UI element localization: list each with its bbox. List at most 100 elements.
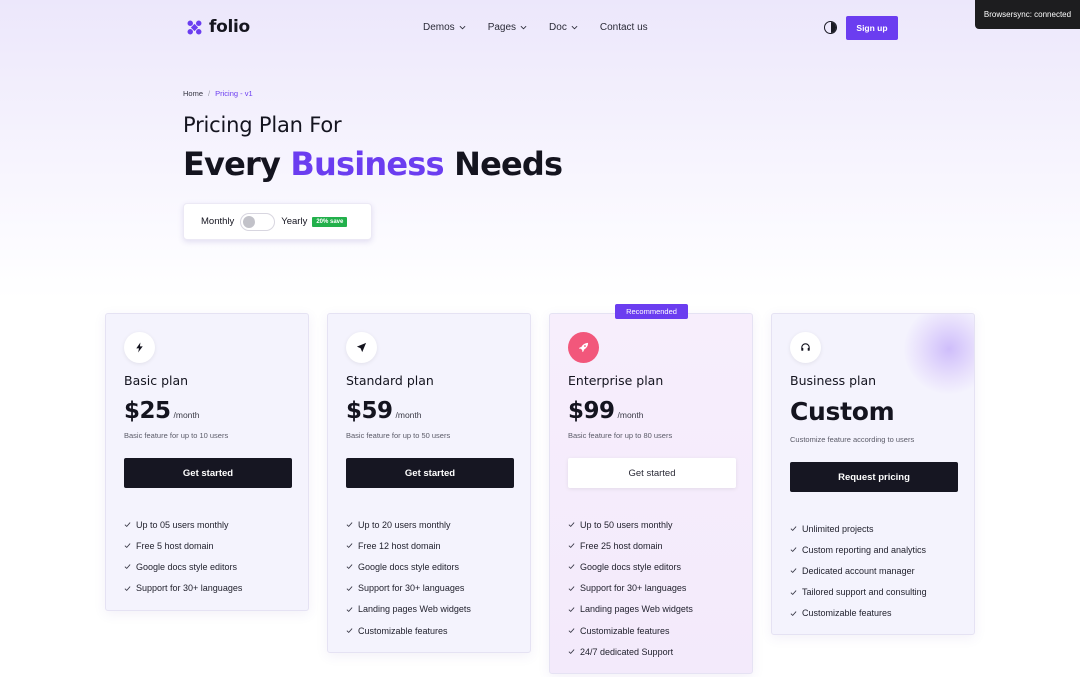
check-icon [346,585,353,591]
nav-label: Demos [423,22,455,33]
switch-knob [243,215,256,228]
nav-doc[interactable]: Doc [549,22,578,33]
check-icon [568,607,575,612]
breadcrumb-separator: / [208,89,211,98]
plan-description: Basic feature for up to 80 users [568,431,673,440]
feature-item: Custom reporting and analytics [790,539,927,560]
feature-item: Support for 30+ languages [346,578,471,599]
breadcrumb-home[interactable]: Home [183,89,203,98]
feature-label: Support for 30+ languages [136,583,243,594]
page-title: Every Business Needs [183,145,563,183]
check-icon [568,649,575,655]
breadcrumb: Home / Pricing - v1 [183,89,253,98]
feature-item: Free 12 host domain [346,535,471,556]
billing-monthly-label[interactable]: Monthly [201,216,234,227]
chevron-down-icon [520,25,527,30]
feature-label: Google docs style editors [580,561,682,572]
check-icon [568,543,575,549]
feature-label: Customizable features [802,608,892,619]
feature-label: Tailored support and consulting [802,587,927,598]
billing-switch[interactable] [240,212,276,231]
feature-label: Custom reporting and analytics [802,544,927,555]
feature-label: Free 12 host domain [358,540,441,551]
plan-period: /month [395,410,422,420]
check-icon [124,564,131,570]
check-icon [790,547,797,553]
feature-item: Google docs style editors [124,556,242,577]
breadcrumb-current: Pricing - v1 [215,89,253,98]
feature-list: Up to 05 users monthly Free 5 host domai… [124,514,242,599]
plan-price: Custom [790,397,895,426]
feature-label: Landing pages Web widgets [358,604,471,615]
feature-label: Support for 30+ languages [358,583,465,594]
check-icon [124,543,131,549]
feature-label: Customizable features [358,625,448,636]
feature-item: Customizable features [346,620,471,641]
check-icon [790,526,797,532]
main-nav: Demos Pages Doc Contact us [423,22,648,33]
chevron-down-icon [571,25,578,30]
feature-item: Tailored support and consulting [790,582,927,603]
plan-name: Basic plan [124,373,189,388]
brand-name: folio [209,17,250,37]
request-pricing-button[interactable]: Request pricing [790,462,958,492]
feature-label: Up to 05 users monthly [136,519,229,530]
decorative-glow [904,314,974,394]
check-icon [568,564,575,570]
recommended-badge: Recommended [615,304,688,319]
signup-button[interactable]: Sign up [846,16,898,40]
plan-card-business: Business plan Custom Customize feature a… [771,313,975,635]
title-word: Every [183,145,281,183]
plan-card-enterprise: Enterprise plan $99 /month Basic feature… [549,313,753,674]
feature-item: Unlimited projects [790,518,927,539]
feature-list: Up to 20 users monthly Free 12 host doma… [346,514,471,641]
get-started-button[interactable]: Get started [124,458,292,488]
nav-pages[interactable]: Pages [488,22,527,33]
check-icon [346,564,353,570]
title-accent-word: Business [290,145,444,183]
check-icon [790,568,797,574]
folio-logo-icon [186,19,203,36]
check-icon [346,628,353,634]
title-word: Needs [454,145,563,183]
check-icon [346,543,353,549]
feature-label: Free 25 host domain [580,540,663,551]
price-row: $59 /month [346,398,422,424]
get-started-button[interactable]: Get started [346,458,514,488]
feature-label: Dedicated account manager [802,565,915,576]
brand-logo[interactable]: folio [186,17,250,37]
plan-description: Basic feature for up to 10 users [124,431,229,440]
feature-label: Free 5 host domain [136,540,214,551]
contrast-icon[interactable] [824,21,837,34]
feature-label: Customizable features [580,625,670,636]
price-row: $25 /month [124,398,200,424]
nav-contact[interactable]: Contact us [600,22,648,33]
feature-item: Up to 05 users monthly [124,514,242,535]
check-icon [124,522,131,528]
feature-label: 24/7 dedicated Support [580,646,674,657]
plan-price: $25 [124,398,171,424]
feature-item: Google docs style editors [346,556,471,577]
feature-list: Up to 50 users monthly Free 25 host doma… [568,514,693,662]
plan-description: Customize feature according to users [790,435,915,444]
nav-label: Contact us [599,22,648,33]
nav-label: Doc [549,22,567,33]
plan-name: Standard plan [346,373,434,388]
plan-price: $59 [346,398,393,424]
feature-item: Google docs style editors [568,556,693,577]
nav-demos[interactable]: Demos [423,22,466,33]
feature-item: Support for 30+ languages [124,578,242,599]
plan-name: Business plan [790,373,877,388]
plan-price: $99 [568,398,615,424]
feature-label: Unlimited projects [802,523,874,534]
feature-label: Support for 30+ languages [580,583,687,594]
check-icon [124,585,131,591]
feature-list: Unlimited projects Custom reporting and … [790,518,927,624]
plan-name: Enterprise plan [568,373,664,388]
feature-item: Landing pages Web widgets [346,599,471,620]
get-started-button[interactable]: Get started [568,458,736,488]
billing-yearly-label[interactable]: Yearly [281,216,307,227]
feature-item: Up to 20 users monthly [346,514,471,535]
feature-item: Free 5 host domain [124,535,242,556]
plan-period: /month [617,410,644,420]
